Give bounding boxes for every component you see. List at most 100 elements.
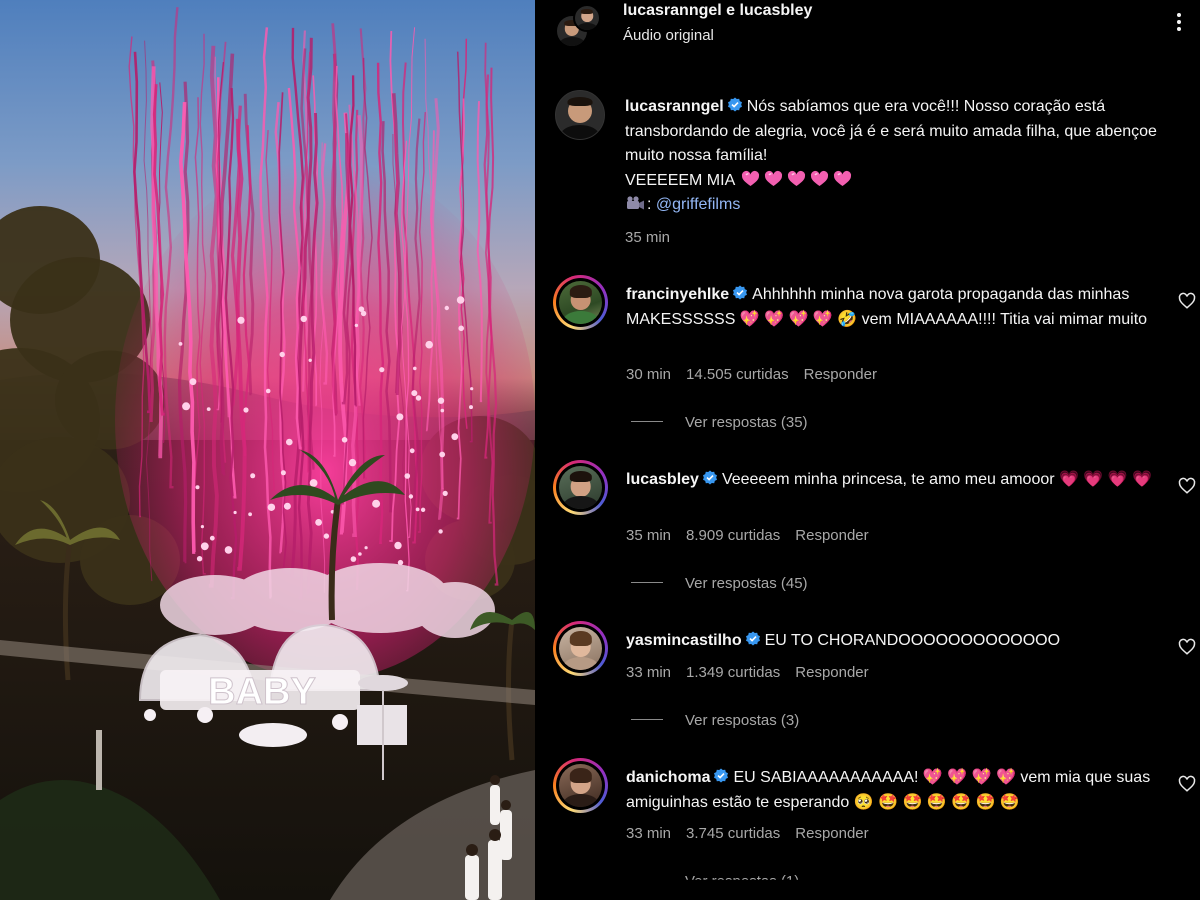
firework-spark (438, 529, 443, 534)
reply-button[interactable]: Responder (795, 664, 868, 681)
firework-spark (413, 366, 417, 371)
comment-username[interactable]: lucasbley (626, 471, 699, 488)
firework-spark (396, 413, 404, 421)
comment-likes[interactable]: 8.909 curtidas (686, 527, 780, 544)
view-replies-button[interactable]: Ver respostas (3) (631, 712, 799, 729)
movie-camera-icon (627, 196, 644, 210)
firework-spark (404, 473, 411, 479)
comment-likes[interactable]: 3.745 curtidas (686, 825, 780, 842)
comment-time: 30 min (626, 366, 672, 383)
caption-username[interactable]: lucasranngel (625, 98, 724, 115)
verified-badge-icon (745, 631, 760, 646)
firework-spark (200, 542, 209, 551)
reply-button[interactable]: Responder (804, 366, 877, 383)
firework-spark (315, 519, 322, 526)
view-replies-label: Ver respostas (45) (685, 575, 808, 592)
firework-spark (470, 387, 474, 391)
firework-spark (469, 405, 473, 410)
firework-spark (437, 397, 445, 404)
firework-spark (237, 316, 245, 324)
firework-spark (200, 525, 204, 529)
firework-spark (394, 541, 402, 550)
view-replies-label: Ver respostas (35) (685, 414, 808, 431)
avatar[interactable] (555, 90, 605, 140)
pink-heart-emoji (810, 170, 828, 186)
firework-spark (233, 510, 237, 515)
comment-text: Veeeeem minha princesa, te amo meu amooo… (721, 471, 1153, 488)
avatar[interactable] (553, 275, 608, 330)
firework-spark (280, 470, 286, 476)
firework-spark (364, 546, 368, 550)
author-avatars[interactable] (555, 4, 603, 50)
comments-panel: lucasranngel e lucasbley Áudio original … (535, 0, 1200, 900)
firework-spark (182, 402, 191, 411)
view-replies-button[interactable]: Ver respostas (35) (631, 414, 808, 431)
comment-text: EU TO CHORANDOOOOOOOOOOOOO (764, 632, 1061, 649)
firework-spark (442, 490, 448, 496)
heart-outline-icon[interactable] (1178, 775, 1196, 793)
firework-spark (308, 358, 312, 362)
view-replies-button[interactable]: Ver respostas (1) (631, 873, 799, 880)
comment-time: 33 min (626, 825, 672, 842)
comment-username[interactable]: yasmincastilho (626, 632, 742, 649)
comment-likes[interactable]: 14.505 curtidas (686, 366, 789, 383)
firework-spark (300, 315, 307, 323)
firework-spark (323, 533, 330, 539)
firework-spark (279, 351, 285, 358)
avatar[interactable] (553, 460, 608, 515)
view-replies-button[interactable]: Ver respostas (45) (631, 575, 808, 592)
firework-spark (286, 438, 293, 446)
audio-label[interactable]: Áudio original (623, 27, 714, 44)
avatar[interactable] (553, 621, 608, 676)
reply-button[interactable]: Responder (795, 527, 868, 544)
heart-emojis (739, 170, 854, 189)
firework-spark (439, 451, 446, 458)
firework-spark (440, 408, 445, 413)
comment-time: 33 min (626, 664, 672, 681)
post-authors[interactable]: lucasranngel e lucasbley (623, 2, 812, 20)
firework-spark (265, 388, 271, 394)
comment-username[interactable]: danichoma (626, 769, 710, 786)
firework-spark (189, 378, 197, 386)
credit-mention[interactable]: @griffefilms (656, 196, 740, 213)
firework-spark (458, 325, 465, 332)
firework-spark (341, 437, 348, 443)
firework-spark (309, 479, 318, 487)
reply-button[interactable]: Responder (795, 825, 868, 842)
firework-spark (379, 367, 385, 373)
firework-spark (354, 323, 359, 328)
firework-spark (206, 407, 211, 411)
firework-spark (411, 390, 418, 397)
firework-spark (415, 507, 420, 512)
firework-spark (409, 448, 415, 454)
view-replies-label: Ver respostas (3) (685, 712, 800, 729)
firework-spark (456, 296, 465, 304)
comment-time: 35 min (626, 527, 672, 544)
heart-outline-icon[interactable] (1178, 477, 1196, 495)
caption-time: 35 min (625, 228, 671, 246)
heart-outline-icon[interactable] (1178, 292, 1196, 310)
firework-spark (267, 503, 276, 511)
credit-separator: : (647, 196, 652, 213)
pink-heart-emoji (764, 170, 782, 186)
caption-line2: VEEEEEM MIA (625, 171, 735, 189)
firework-spark (196, 556, 203, 562)
post-header: lucasranngel e lucasbley Áudio original (555, 0, 1195, 54)
avatar[interactable] (553, 758, 608, 813)
more-options-icon[interactable] (1169, 12, 1189, 32)
post-media-image[interactable]: BABY (0, 0, 535, 900)
firework-spark (372, 499, 381, 508)
verified-badge-icon (702, 470, 717, 485)
comment-username[interactable]: francinyehlke (626, 286, 729, 303)
comment-likes[interactable]: 1.349 curtidas (686, 664, 780, 681)
avatar-lucasbley[interactable] (573, 4, 601, 32)
heart-outline-icon[interactable] (1178, 638, 1196, 656)
pink-heart-emoji (833, 170, 851, 186)
firework-spark (451, 433, 459, 441)
firework-spark (350, 556, 357, 562)
verified-badge-icon (727, 97, 742, 112)
baby-sign-text: BABY (208, 671, 316, 713)
firework-spark (195, 485, 200, 490)
verified-badge-icon (714, 768, 729, 783)
firework-spark (360, 310, 367, 317)
